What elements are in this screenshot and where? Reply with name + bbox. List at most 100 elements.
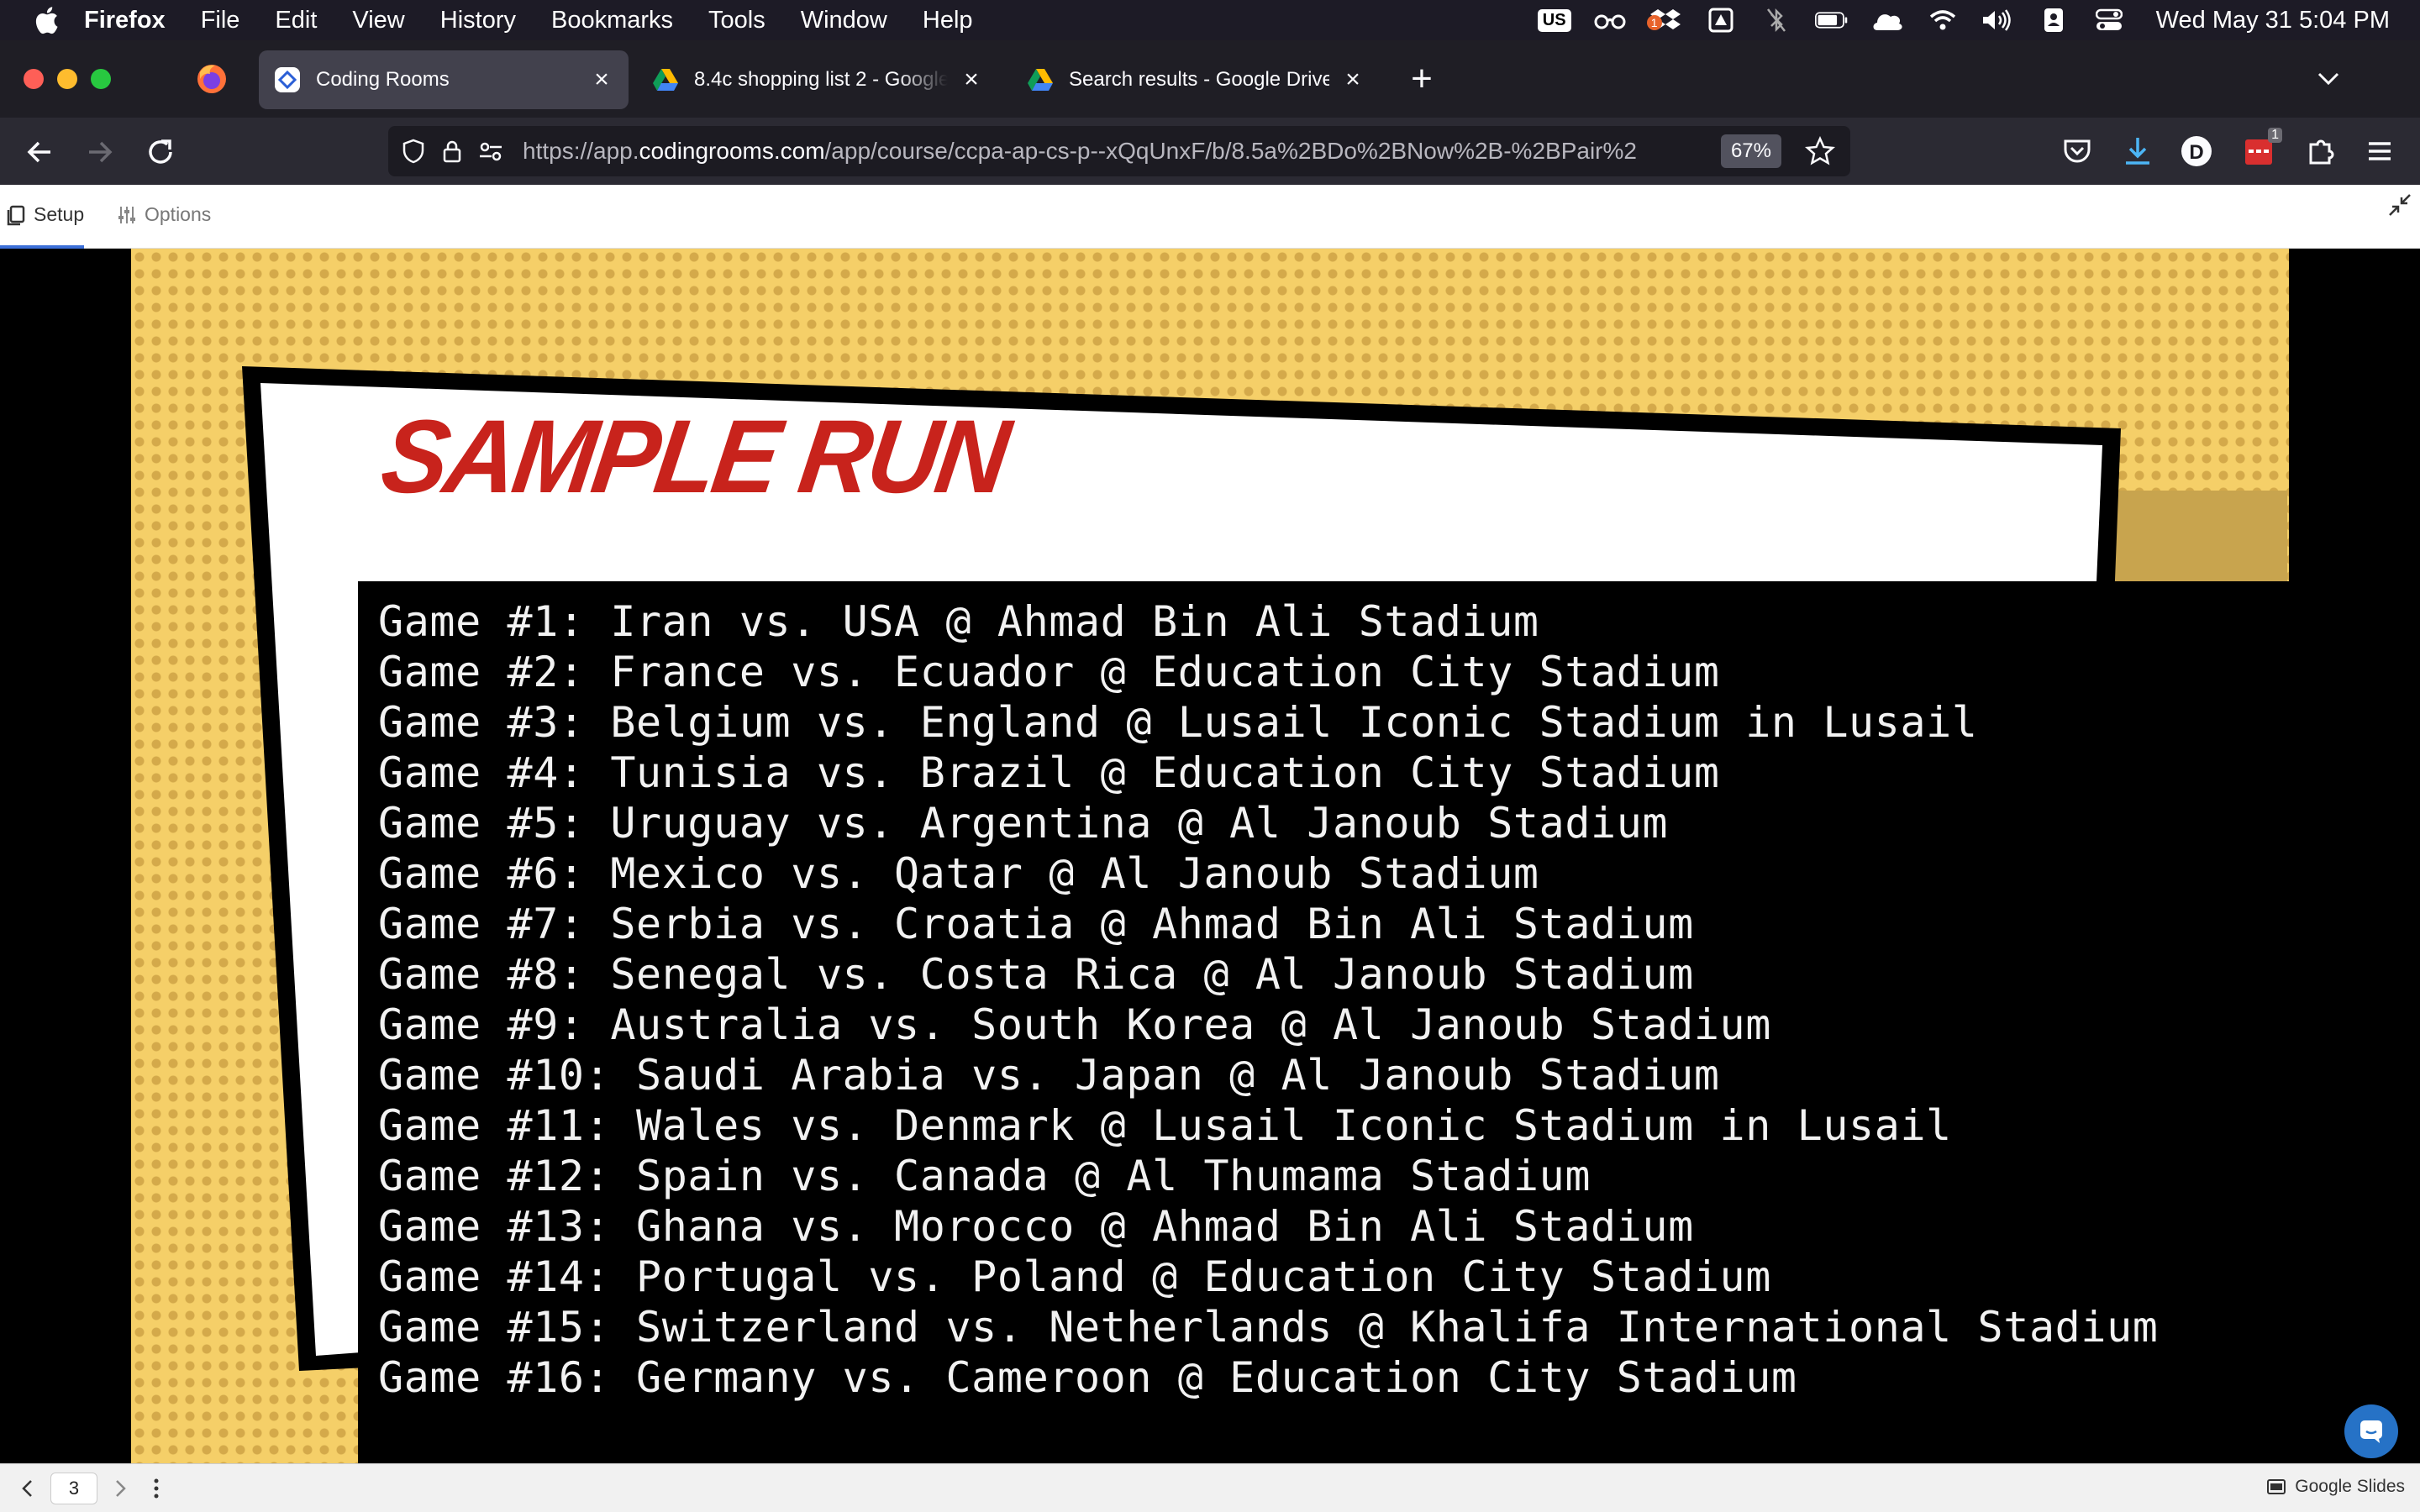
menu-tools[interactable]: Tools <box>708 7 765 34</box>
downloads-icon[interactable] <box>2121 134 2154 168</box>
menubar-clock[interactable]: Wed May 31 5:04 PM <box>2156 7 2390 34</box>
console-line: Game #15: Switzerland vs. Netherlands @ … <box>378 1303 2159 1352</box>
console-line: Game #1: Iran vs. USA @ Ahmad Bin Ali St… <box>378 597 1539 646</box>
extension-button[interactable]: 1 <box>2242 128 2282 168</box>
tab-coding-rooms[interactable]: Coding Rooms × <box>259 50 629 109</box>
close-tab-icon[interactable]: × <box>590 67 613 92</box>
zoom-level-button[interactable]: 67% <box>1720 134 1781 168</box>
drive-sync-icon[interactable] <box>1704 7 1738 34</box>
tab-shopping-list[interactable]: 8.4c shopping list 2 - Google Drive × <box>637 50 998 109</box>
url-bar[interactable]: https://app.codingrooms.com/app/course/c… <box>388 126 1850 176</box>
url-domain: codingrooms.com <box>639 138 825 164</box>
console-line: Game #5: Uruguay vs. Argentina @ Al Jano… <box>378 799 1669 848</box>
menu-help[interactable]: Help <box>923 7 973 34</box>
firefox-pinned-tab-icon[interactable] <box>193 60 230 97</box>
console-line: Game #16: Germany vs. Cameroon @ Educati… <box>378 1353 1797 1402</box>
google-slides-label: Google Slides <box>2295 1477 2405 1496</box>
bluetooth-off-icon[interactable] <box>1760 7 1793 34</box>
window-controls <box>24 69 124 89</box>
menu-bookmarks[interactable]: Bookmarks <box>551 7 673 34</box>
account-avatar[interactable]: D <box>2181 136 2212 166</box>
menu-history[interactable]: History <box>440 7 516 34</box>
user-cloud-icon[interactable] <box>1870 7 1904 34</box>
collapse-icon[interactable] <box>2388 193 2412 217</box>
app-header: Setup Options <box>0 185 2420 249</box>
console-output: Game #1: Iran vs. USA @ Ahmad Bin Ali St… <box>358 581 2289 1463</box>
console-line: Game #11: Wales vs. Denmark @ Lusail Ico… <box>378 1101 1952 1150</box>
tab-options-label: Options <box>145 203 212 225</box>
dropbox-icon[interactable]: 1 <box>1646 7 1682 34</box>
slide-viewport: SAMPLE RUN Game #1: Iran vs. USA @ Ahmad… <box>0 249 2420 1463</box>
close-window-button[interactable] <box>24 69 44 89</box>
tab-options[interactable]: Options <box>116 203 211 226</box>
console-line: Game #10: Saudi Arabia vs. Japan @ Al Ja… <box>378 1051 1720 1100</box>
tab-title: Search results - Google Drive <box>1069 68 1329 91</box>
reload-icon[interactable] <box>145 136 176 168</box>
back-arrow-icon[interactable] <box>24 136 55 168</box>
tab-title: Coding Rooms <box>316 68 450 91</box>
chat-support-button[interactable] <box>2344 1404 2398 1458</box>
tab-setup[interactable]: Setup <box>5 203 84 226</box>
extension-badge: 1 <box>2268 128 2282 143</box>
slides-icon <box>2267 1479 2286 1494</box>
close-tab-icon[interactable]: × <box>1341 67 1365 92</box>
list-all-tabs-icon[interactable] <box>2316 69 2341 89</box>
glasses-icon[interactable] <box>1593 7 1627 34</box>
slide-number-input[interactable]: 3 <box>50 1473 97 1504</box>
new-tab-button[interactable]: + <box>1405 60 1439 97</box>
coding-rooms-favicon-icon <box>275 67 300 92</box>
zoom-window-button[interactable] <box>91 69 111 89</box>
tab-setup-label: Setup <box>34 203 85 225</box>
console-line: Game #7: Serbia vs. Croatia @ Ahmad Bin … <box>378 900 1694 948</box>
url-text[interactable]: https://app.codingrooms.com/app/course/c… <box>523 138 1699 165</box>
url-prefix: https://app. <box>523 138 639 164</box>
contact-card-icon[interactable] <box>2037 7 2070 34</box>
wifi-icon[interactable] <box>1926 7 1960 34</box>
keyboard-layout-indicator[interactable]: US <box>1537 7 1571 34</box>
console-line: Game #14: Portugal vs. Poland @ Educatio… <box>378 1252 1771 1301</box>
more-options-icon[interactable] <box>148 1474 165 1503</box>
volume-icon[interactable] <box>1981 7 2015 34</box>
forward-arrow-icon[interactable] <box>84 136 116 168</box>
permissions-icon[interactable] <box>477 138 504 165</box>
tracking-shield-icon[interactable] <box>400 138 427 165</box>
navigation-toolbar: https://app.codingrooms.com/app/course/c… <box>0 118 2420 185</box>
google-drive-icon <box>1028 69 1053 91</box>
browser-tab-strip: Coding Rooms × 8.4c shopping list 2 - Go… <box>0 40 2420 118</box>
tab-search-results[interactable]: Search results - Google Drive × <box>1012 50 1380 109</box>
control-center-icon[interactable] <box>2092 7 2126 34</box>
slide-title: SAMPLE RUN <box>375 398 1013 516</box>
extensions-puzzle-icon[interactable] <box>2304 134 2338 168</box>
tab-title: 8.4c shopping list 2 - Google Drive <box>694 68 948 91</box>
menu-edit[interactable]: Edit <box>275 7 317 34</box>
open-in-google-slides-link[interactable]: Google Slides <box>2266 1477 2405 1497</box>
slide: SAMPLE RUN Game #1: Iran vs. USA @ Ahmad… <box>131 249 2289 1463</box>
keyboard-layout-label: US <box>1537 8 1571 32</box>
bookmark-star-icon[interactable] <box>1805 136 1835 166</box>
menu-app-name[interactable]: Firefox <box>84 7 166 34</box>
hamburger-menu-icon[interactable] <box>2363 134 2396 168</box>
macos-menu-bar: Firefox File Edit View History Bookmarks… <box>0 0 2420 40</box>
pocket-icon[interactable] <box>2060 134 2094 168</box>
slides-navigation-bar: 3 Google Slides <box>0 1463 2420 1512</box>
console-line: Game #4: Tunisia vs. Brazil @ Education … <box>378 748 1720 797</box>
previous-slide-icon[interactable] <box>17 1478 39 1499</box>
battery-icon[interactable] <box>1814 7 1849 34</box>
apple-icon[interactable] <box>34 6 59 34</box>
console-line: Game #3: Belgium vs. England @ Lusail Ic… <box>378 698 1978 747</box>
menu-view[interactable]: View <box>352 7 404 34</box>
console-line: Game #6: Mexico vs. Qatar @ Al Janoub St… <box>378 849 1539 898</box>
minimize-window-button[interactable] <box>57 69 77 89</box>
close-tab-icon[interactable]: × <box>960 67 983 92</box>
menu-window[interactable]: Window <box>801 7 887 34</box>
console-line: Game #8: Senegal vs. Costa Rica @ Al Jan… <box>378 950 1694 999</box>
menu-file[interactable]: File <box>201 7 240 34</box>
console-line: Game #13: Ghana vs. Morocco @ Ahmad Bin … <box>378 1202 1694 1251</box>
chat-icon <box>2360 1420 2382 1443</box>
dropbox-badge: 1 <box>1646 15 1662 30</box>
copy-document-icon <box>7 205 25 225</box>
lock-icon[interactable] <box>439 138 466 165</box>
next-slide-icon[interactable] <box>109 1478 131 1499</box>
console-line: Game #9: Australia vs. South Korea @ Al … <box>378 1000 1771 1049</box>
console-line: Game #12: Spain vs. Canada @ Al Thumama … <box>378 1152 1591 1200</box>
